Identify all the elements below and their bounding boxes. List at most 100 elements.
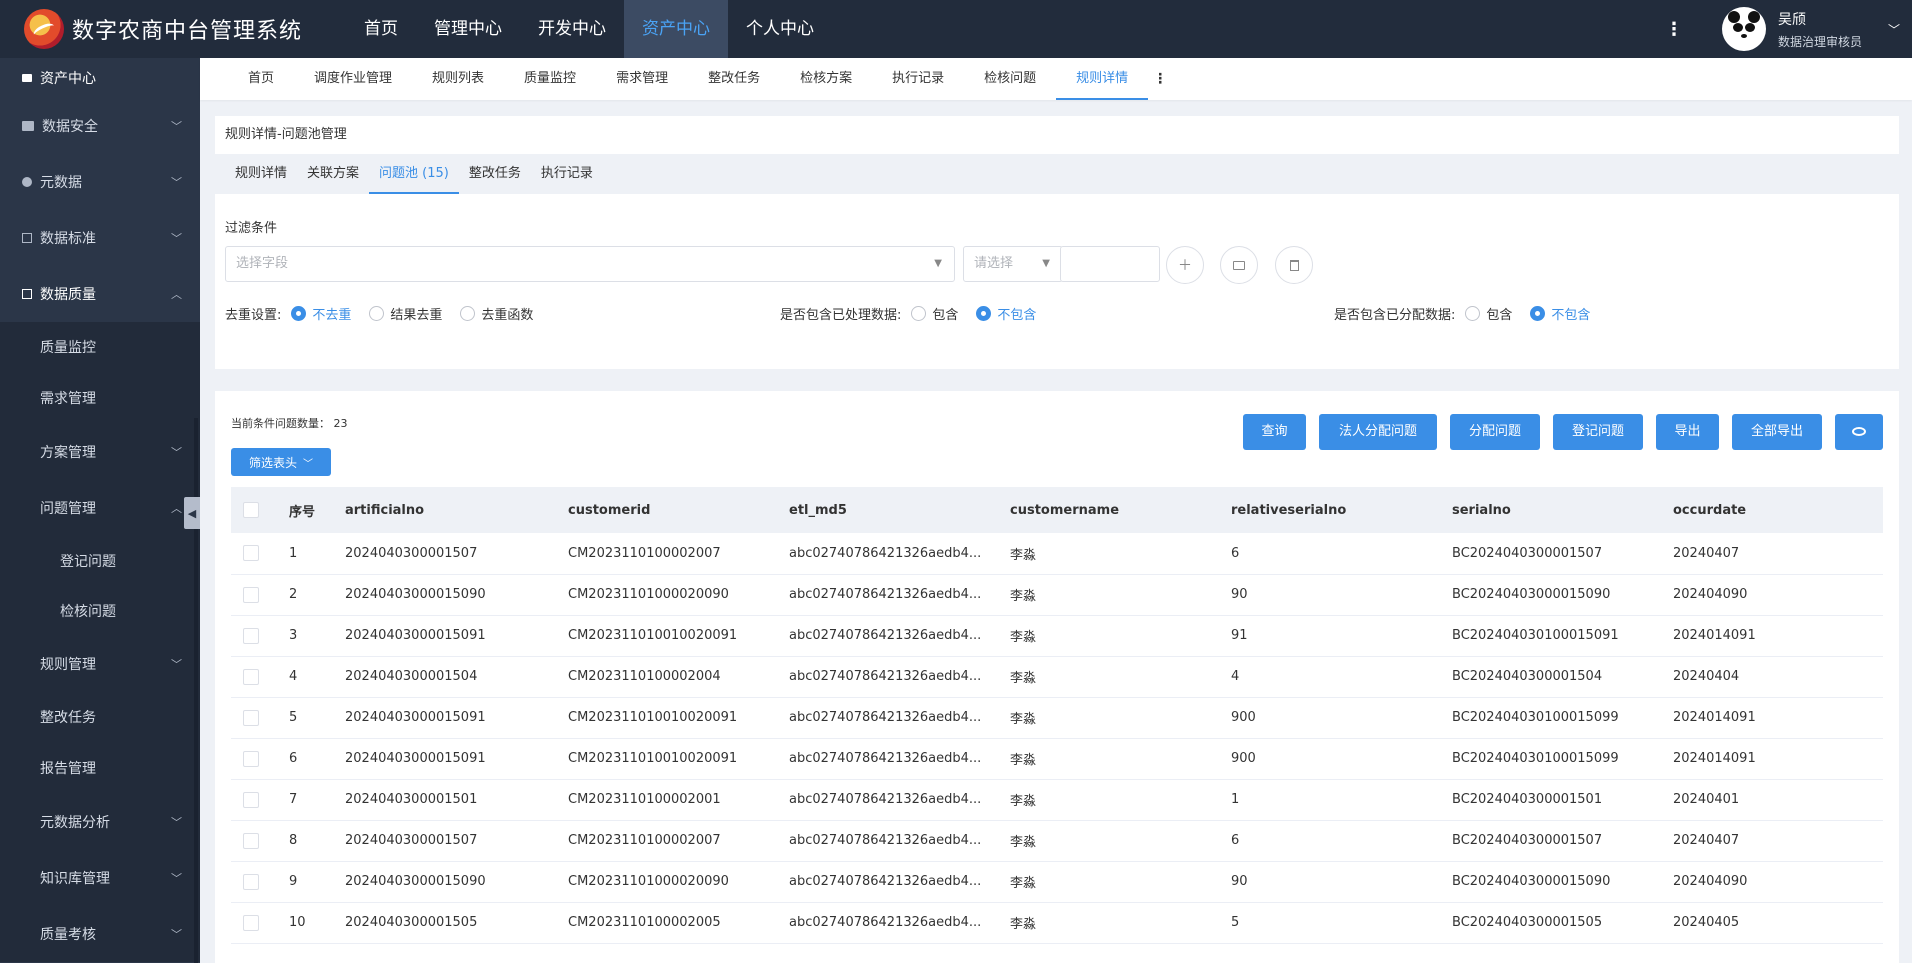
chevron-down-icon: ﹀ — [171, 446, 182, 459]
tab-check-issues[interactable]: 检核问题 — [964, 58, 1056, 100]
query-button[interactable]: 查询 — [1243, 414, 1306, 450]
operator-select[interactable]: 请选择 ▼ — [963, 246, 1063, 282]
more-vertical-icon[interactable]: ⋮ — [1664, 19, 1684, 40]
col-header[interactable]: 序号 — [289, 487, 345, 533]
subtab-related-plans[interactable]: 关联方案 — [297, 154, 369, 194]
subtab-exec-records[interactable]: 执行记录 — [531, 154, 603, 194]
tab-exec-records[interactable]: 执行记录 — [872, 58, 964, 100]
topnav-home[interactable]: 首页 — [346, 0, 416, 58]
topnav-development[interactable]: 开发中心 — [520, 0, 624, 58]
tab-check-plans[interactable]: 检核方案 — [780, 58, 872, 100]
row-checkbox[interactable] — [231, 779, 289, 820]
export-all-button[interactable]: 全部导出 — [1732, 414, 1822, 450]
table-row[interactable]: 4 2024040300001504 CM2023110100002004 abc02… — [231, 656, 1883, 697]
select-all-checkbox[interactable] — [231, 487, 289, 533]
col-header[interactable]: occurdate — [1673, 487, 1883, 533]
export-button[interactable]: 导出 — [1656, 414, 1719, 450]
sidebar-item-check-issue[interactable]: 检核问题 — [0, 586, 200, 636]
tab-quality-monitor[interactable]: 质量监控 — [504, 58, 596, 100]
sidebar-item-quality-assessment[interactable]: 质量考核 ﹀ — [0, 906, 200, 962]
col-header[interactable]: customerid — [568, 487, 789, 533]
table-row[interactable]: 2 20240403000015090 CM20231101000020090 abc… — [231, 574, 1883, 615]
row-checkbox[interactable] — [231, 615, 289, 656]
table-cell: 2024014091 — [1673, 751, 1756, 766]
register-issue-button[interactable]: 登记问题 — [1553, 414, 1643, 450]
table-row[interactable]: 9 20240403000015090 CM20231101000020090 abc… — [231, 861, 1883, 902]
field-select[interactable]: 选择字段 ▼ — [225, 246, 955, 282]
filter-columns-button[interactable]: 筛选表头 ﹀ — [231, 448, 331, 476]
subtab-issue-pool[interactable]: 问题池 (15) — [369, 154, 459, 194]
tab-home[interactable]: 首页 — [228, 58, 294, 100]
app-logo[interactable]: 数字农商中台管理系统 — [0, 9, 340, 49]
col-header[interactable]: serialno — [1452, 487, 1673, 533]
sidebar-item-metadata[interactable]: 元数据 ﹀ — [0, 154, 200, 210]
radio-processed-exclude[interactable]: 不包含 — [976, 304, 1036, 323]
col-header[interactable]: customername — [1010, 487, 1231, 533]
sidebar-item-data-security[interactable]: 数据安全 ﹀ — [0, 98, 200, 154]
table-row[interactable]: 3 20240403000015091 CM202311010010020091 ab… — [231, 615, 1883, 656]
topnav-assets[interactable]: 资产中心 — [624, 0, 728, 58]
col-header[interactable]: relativeserialno — [1231, 487, 1452, 533]
delete-button[interactable] — [1275, 246, 1313, 284]
row-checkbox[interactable] — [231, 820, 289, 861]
sidebar-item-plans[interactable]: 方案管理 ﹀ — [0, 424, 200, 480]
row-checkbox[interactable] — [231, 656, 289, 697]
sidebar-item-rectification[interactable]: 整改任务 — [0, 692, 200, 742]
tab-schedule-jobs[interactable]: 调度作业管理 — [294, 58, 412, 100]
legal-assign-button[interactable]: 法人分配问题 — [1319, 414, 1437, 450]
col-header[interactable]: etl_md5 — [789, 487, 1010, 533]
assign-issue-button[interactable]: 分配问题 — [1450, 414, 1540, 450]
sidebar-item-knowledge-base[interactable]: 知识库管理 ﹀ — [0, 850, 200, 906]
topnav-personal[interactable]: 个人中心 — [728, 0, 832, 58]
table-row[interactable]: 7 2024040300001501 CM2023110100002001 abc02… — [231, 779, 1883, 820]
folder-button[interactable] — [1220, 246, 1258, 284]
sidebar-item-label: 方案管理 — [40, 445, 96, 461]
user-info[interactable]: 吴颀 数据治理审核员 — [1778, 9, 1888, 50]
row-checkbox[interactable] — [231, 738, 289, 779]
add-condition-button[interactable]: ＋ — [1166, 246, 1204, 284]
col-header[interactable]: artificialno — [345, 487, 568, 533]
sidebar-item-label: 检核问题 — [60, 604, 116, 620]
row-checkbox[interactable] — [231, 574, 289, 615]
sidebar-item-data-standard[interactable]: 数据标准 ﹀ — [0, 210, 200, 266]
tab-rule-list[interactable]: 规则列表 — [412, 58, 504, 100]
user-name: 吴颀 — [1778, 11, 1806, 28]
subtab-rectification[interactable]: 整改任务 — [459, 154, 531, 194]
radio-assigned-exclude[interactable]: 不包含 — [1530, 304, 1590, 323]
sidebar-item-register-issue[interactable]: 登记问题 — [0, 536, 200, 586]
table-row[interactable]: 6 20240403000015091 CM202311010010020091 ab… — [231, 738, 1883, 779]
sidebar-item-data-quality[interactable]: 数据质量 ︿ — [0, 266, 200, 322]
topnav-management[interactable]: 管理中心 — [416, 0, 520, 58]
subtab-rule-detail[interactable]: 规则详情 — [225, 154, 297, 194]
chevron-down-icon[interactable]: ﹀ — [1888, 21, 1912, 38]
radio-no-dedup[interactable]: 不去重 — [291, 304, 351, 323]
radio-dedup-function[interactable]: 去重函数 — [460, 304, 533, 323]
row-checkbox[interactable] — [231, 861, 289, 902]
table-row[interactable]: 10 2024040300001505 CM2023110100002005 abc0… — [231, 902, 1883, 943]
sidebar-item-requirements[interactable]: 需求管理 — [0, 372, 200, 424]
view-button[interactable] — [1835, 414, 1883, 450]
radio-assigned-include[interactable]: 包含 — [1465, 304, 1512, 323]
sidebar-item-issues[interactable]: 问题管理 ︿ — [0, 480, 200, 536]
row-checkbox[interactable] — [231, 697, 289, 738]
tab-rectification[interactable]: 整改任务 — [688, 58, 780, 100]
table-row[interactable]: 8 2024040300001507 CM2023110100002007 abc02… — [231, 820, 1883, 861]
avatar[interactable] — [1722, 7, 1766, 51]
value-input[interactable] — [1060, 246, 1160, 282]
sidebar-item-quality-monitor[interactable]: 质量监控 — [0, 322, 200, 372]
tab-rule-detail[interactable]: 规则详情 — [1056, 58, 1149, 100]
sidebar-item-label: 数据安全 — [42, 119, 98, 135]
radio-processed-include[interactable]: 包含 — [911, 304, 958, 323]
radio-result-dedup[interactable]: 结果去重 — [369, 304, 442, 323]
more-vertical-icon[interactable]: ⋮ — [1148, 71, 1172, 87]
table-row[interactable]: 1 2024040300001507 CM2023110100002007 abc02… — [231, 533, 1883, 574]
table-cell: CM20231101000020090 — [568, 587, 729, 602]
row-checkbox[interactable] — [231, 902, 289, 943]
sidebar-item-reports[interactable]: 报告管理 — [0, 742, 200, 794]
sidebar-item-rules[interactable]: 规则管理 ﹀ — [0, 636, 200, 692]
table-row[interactable]: 5 20240403000015091 CM202311010010020091 ab… — [231, 697, 1883, 738]
row-checkbox[interactable] — [231, 533, 289, 574]
collapse-left-icon[interactable]: ◀ — [184, 497, 200, 529]
sidebar-item-metadata-analysis[interactable]: 元数据分析 ﹀ — [0, 794, 200, 850]
tab-requirements[interactable]: 需求管理 — [596, 58, 688, 100]
